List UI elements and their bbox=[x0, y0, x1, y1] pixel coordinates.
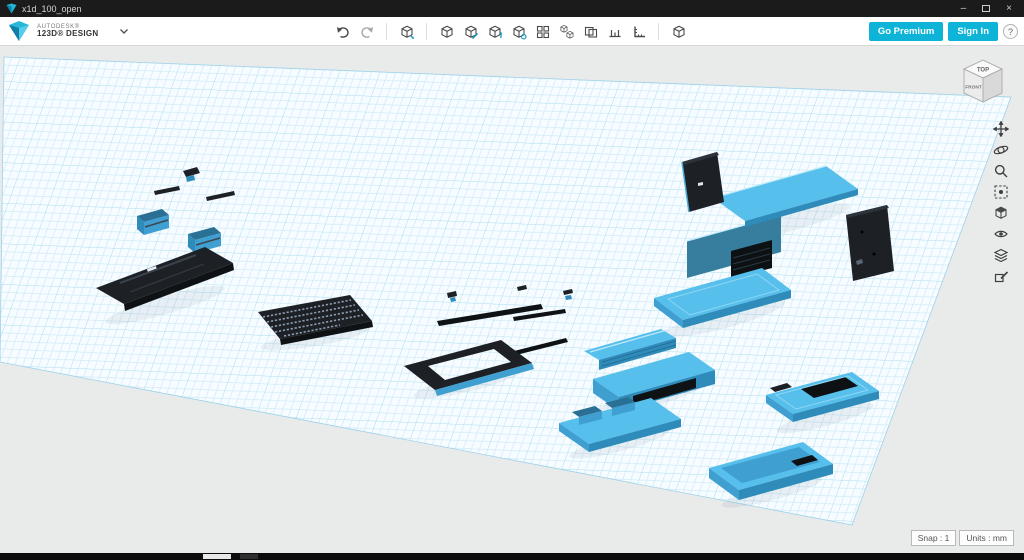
view-cube[interactable]: TOP FRONT bbox=[954, 54, 1012, 108]
pattern-icon[interactable] bbox=[533, 22, 552, 41]
taskbar-app[interactable] bbox=[240, 554, 258, 559]
viewcube-front-label[interactable]: FRONT bbox=[965, 85, 982, 91]
undo-icon[interactable] bbox=[333, 22, 352, 41]
primitives-icon[interactable] bbox=[437, 22, 456, 41]
visibility-icon[interactable] bbox=[992, 225, 1010, 243]
construct-icon[interactable] bbox=[485, 22, 504, 41]
toolbar-separator bbox=[386, 23, 387, 40]
toolbar-separator bbox=[658, 23, 659, 40]
account-bar: Go Premium Sign In ? bbox=[869, 17, 1018, 46]
units-setting[interactable]: Units : mm bbox=[959, 530, 1014, 546]
viewport-canvas[interactable]: TOP FRONT bbox=[0, 46, 1024, 553]
modify-icon[interactable] bbox=[509, 22, 528, 41]
fit-view-icon[interactable] bbox=[992, 183, 1010, 201]
snap-icon[interactable] bbox=[669, 22, 688, 41]
main-toolbar: AUTODESK® 123D® DESIGN bbox=[0, 17, 1024, 46]
part-side-panel[interactable] bbox=[846, 205, 894, 281]
taskbar-active-app[interactable] bbox=[203, 554, 231, 559]
layers-icon[interactable] bbox=[992, 246, 1010, 264]
transform-icon[interactable] bbox=[397, 22, 416, 41]
ruler-icon[interactable] bbox=[629, 22, 648, 41]
edit-sketch-icon[interactable] bbox=[992, 267, 1010, 285]
part-back-panel[interactable] bbox=[682, 152, 724, 212]
maximize-button[interactable] bbox=[982, 5, 990, 12]
app-logo-icon bbox=[6, 3, 17, 14]
close-button[interactable]: × bbox=[1006, 4, 1012, 14]
brand-menu[interactable]: AUTODESK® 123D® DESIGN bbox=[7, 20, 129, 42]
chevron-down-icon[interactable] bbox=[119, 28, 129, 35]
viewcube-top-label[interactable]: TOP bbox=[977, 68, 989, 74]
view-nav-bar bbox=[992, 120, 1010, 285]
view-mode-icon[interactable] bbox=[992, 204, 1010, 222]
orbit-icon[interactable] bbox=[992, 141, 1010, 159]
tool-strip bbox=[333, 17, 688, 46]
toolbar-separator bbox=[426, 23, 427, 40]
statusbar: Snap : 1 Units : mm bbox=[911, 530, 1014, 546]
snap-setting[interactable]: Snap : 1 bbox=[911, 530, 957, 546]
sketch-icon[interactable] bbox=[461, 22, 480, 41]
zoom-icon[interactable] bbox=[992, 162, 1010, 180]
minimize-button[interactable]: – bbox=[961, 4, 967, 14]
pan-icon[interactable] bbox=[992, 120, 1010, 138]
go-premium-button[interactable]: Go Premium bbox=[869, 22, 944, 41]
taskbar[interactable] bbox=[0, 553, 1024, 560]
scene-svg[interactable] bbox=[0, 46, 1024, 553]
measure-icon[interactable] bbox=[605, 22, 624, 41]
sign-in-button[interactable]: Sign In bbox=[948, 22, 998, 41]
123d-logo-icon bbox=[7, 20, 31, 42]
redo-icon[interactable] bbox=[357, 22, 376, 41]
grouping-icon[interactable] bbox=[557, 22, 576, 41]
titlebar: x1d_100_open – × bbox=[0, 0, 1024, 17]
help-button[interactable]: ? bbox=[1003, 24, 1018, 39]
window-title: x1d_100_open bbox=[22, 4, 82, 14]
brand-line2: 123D® DESIGN bbox=[37, 30, 99, 38]
combine-icon[interactable] bbox=[581, 22, 600, 41]
